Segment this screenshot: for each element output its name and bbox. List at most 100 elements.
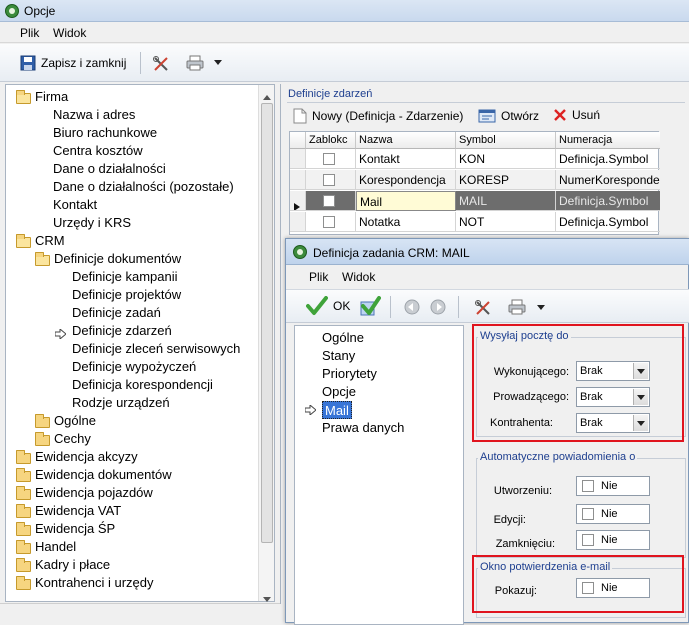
blocked-checkbox[interactable]: [323, 216, 335, 228]
tree-item-label: Ewidencja VAT: [35, 503, 122, 518]
menu-widok[interactable]: Widok: [53, 26, 86, 40]
tree-item-label: Definicje zdarzeń: [72, 323, 172, 338]
tree-scrollbar[interactable]: [258, 85, 274, 602]
row-selector[interactable]: [290, 170, 306, 190]
row-selector[interactable]: [290, 149, 306, 169]
dialog-menu-widok[interactable]: Widok: [342, 270, 375, 284]
tree-item-label: CRM: [35, 233, 65, 248]
tree-item-label: Definicje projektów: [72, 287, 182, 302]
nav-item-ogolne[interactable]: Ogólne: [322, 329, 364, 347]
print-icon[interactable]: [186, 55, 204, 71]
open-button[interactable]: Otwórz: [478, 108, 539, 124]
column-header-numeracja[interactable]: Numeracja: [556, 132, 660, 149]
panel-title-rule: [287, 102, 685, 103]
folder-icon: [35, 414, 50, 428]
ok-label: OK: [333, 299, 351, 313]
nazwa-cell[interactable]: Mail: [356, 191, 456, 211]
toolbar-separator: [458, 296, 459, 318]
app-icon: [5, 4, 19, 18]
row-selector[interactable]: [290, 212, 306, 232]
delete-button[interactable]: Usuń: [553, 108, 600, 122]
tree-item-label: Ewidencja dokumentów: [35, 467, 172, 482]
utworzeniu-label: Utworzeniu:: [493, 485, 552, 497]
column-header-symbol[interactable]: Symbol: [456, 132, 556, 149]
folder-open-icon: [16, 90, 31, 104]
nav-item-prawa-danych[interactable]: Prawa danych: [322, 419, 404, 437]
checkbox-box[interactable]: [582, 534, 594, 546]
symbol-cell[interactable]: KORESP: [456, 170, 556, 190]
main-toolbar: Zapisz i zamknij: [0, 44, 689, 82]
checkbox-box[interactable]: [582, 480, 594, 492]
forward-icon[interactable]: [430, 299, 446, 315]
current-item-arrow-icon: [54, 326, 67, 344]
dialog-nav-list: Ogólne Stany Priorytety Opcje Mail Prawa…: [294, 325, 464, 625]
save-close-button[interactable]: Zapisz i zamknij: [20, 55, 126, 71]
tree-item-label: Centra kosztów: [53, 143, 143, 158]
edycji-label: Edycji:: [493, 514, 526, 526]
tree-item-label: Urzędy i KRS: [53, 215, 132, 230]
nav-item-priorytety[interactable]: Priorytety: [322, 365, 377, 383]
nazwa-cell[interactable]: Korespondencja: [356, 170, 456, 190]
symbol-cell[interactable]: MAIL: [456, 191, 556, 211]
folder-icon: [16, 522, 31, 536]
row-selector[interactable]: [290, 191, 306, 211]
events-table: Zablokc Nazwa Symbol Numeracja Kontakt K…: [289, 131, 660, 235]
back-icon[interactable]: [404, 299, 420, 315]
tools-icon[interactable]: [152, 55, 170, 71]
tree-item-label: Ewidencja pojazdów: [35, 485, 153, 500]
delete-label: Usuń: [572, 108, 601, 122]
blocked-cell[interactable]: [306, 191, 356, 211]
blocked-cell[interactable]: [306, 170, 356, 190]
ok-button[interactable]: OK: [306, 296, 350, 316]
nav-item-mail[interactable]: Mail: [322, 401, 352, 419]
tree-item-label: Definicje wypożyczeń: [72, 359, 197, 374]
column-header-zablokc[interactable]: Zablokc: [306, 132, 356, 149]
nav-item-stany[interactable]: Stany: [322, 347, 355, 365]
toolbar-separator: [390, 296, 391, 318]
numeracja-cell[interactable]: Definicja.Symbol: [556, 212, 660, 232]
symbol-cell[interactable]: NOT: [456, 212, 556, 232]
save-icon: [20, 55, 36, 71]
column-header-nazwa[interactable]: Nazwa: [356, 132, 456, 149]
tree-item-label: Kadry i płace: [35, 557, 111, 572]
print-dropdown-icon[interactable]: [537, 305, 545, 310]
dialog-menu-plik[interactable]: Plik: [309, 270, 328, 284]
dialog-title: Definicja zadania CRM: MAIL: [313, 246, 470, 260]
tree-scrollbar-thumb[interactable]: [261, 103, 273, 543]
nazwa-cell[interactable]: Notatka: [356, 212, 456, 232]
tree-item-label: Nazwa i adres: [53, 107, 136, 122]
checkbox-box[interactable]: [582, 508, 594, 520]
tree-item-label: Cechy: [54, 431, 91, 446]
tree-item-label: Definicja korespondencji: [72, 377, 213, 392]
scroll-up-icon[interactable]: [263, 89, 271, 103]
numeracja-cell[interactable]: Definicja.Symbol: [556, 149, 660, 169]
menu-plik[interactable]: Plik: [20, 26, 39, 40]
edycji-checkbox[interactable]: Nie: [576, 504, 650, 524]
print-dropdown-icon[interactable]: [214, 60, 222, 65]
dialog-toolbar: OK: [286, 289, 689, 323]
new-definition-button[interactable]: Nowy (Definicja - Zdarzenie): [293, 108, 463, 124]
blocked-cell[interactable]: [306, 149, 356, 169]
zamknieciu-checkbox[interactable]: Nie: [576, 530, 650, 550]
utworzeniu-value: Nie: [601, 480, 618, 492]
symbol-cell[interactable]: KON: [456, 149, 556, 169]
edycji-value: Nie: [601, 508, 618, 520]
blocked-cell[interactable]: [306, 212, 356, 232]
row-header-corner: [290, 132, 306, 149]
blocked-checkbox[interactable]: [323, 174, 335, 186]
utworzeniu-checkbox[interactable]: Nie: [576, 476, 650, 496]
open-icon: [478, 108, 496, 124]
folder-icon: [16, 576, 31, 590]
blocked-checkbox[interactable]: [323, 153, 335, 165]
numeracja-cell[interactable]: NumerKorespondencji: [556, 170, 660, 190]
save-check-icon[interactable]: [359, 296, 381, 316]
blocked-checkbox[interactable]: [323, 195, 335, 207]
print-icon[interactable]: [508, 299, 526, 315]
tree-item-label: Biuro rachunkowe: [53, 125, 158, 140]
nazwa-cell[interactable]: Kontakt: [356, 149, 456, 169]
tools-icon[interactable]: [474, 299, 492, 315]
window-title-bar: Opcje: [0, 0, 689, 22]
nav-item-opcje[interactable]: Opcje: [322, 383, 356, 401]
highlight-box: [472, 555, 684, 613]
numeracja-cell[interactable]: Definicja.Symbol: [556, 191, 660, 211]
